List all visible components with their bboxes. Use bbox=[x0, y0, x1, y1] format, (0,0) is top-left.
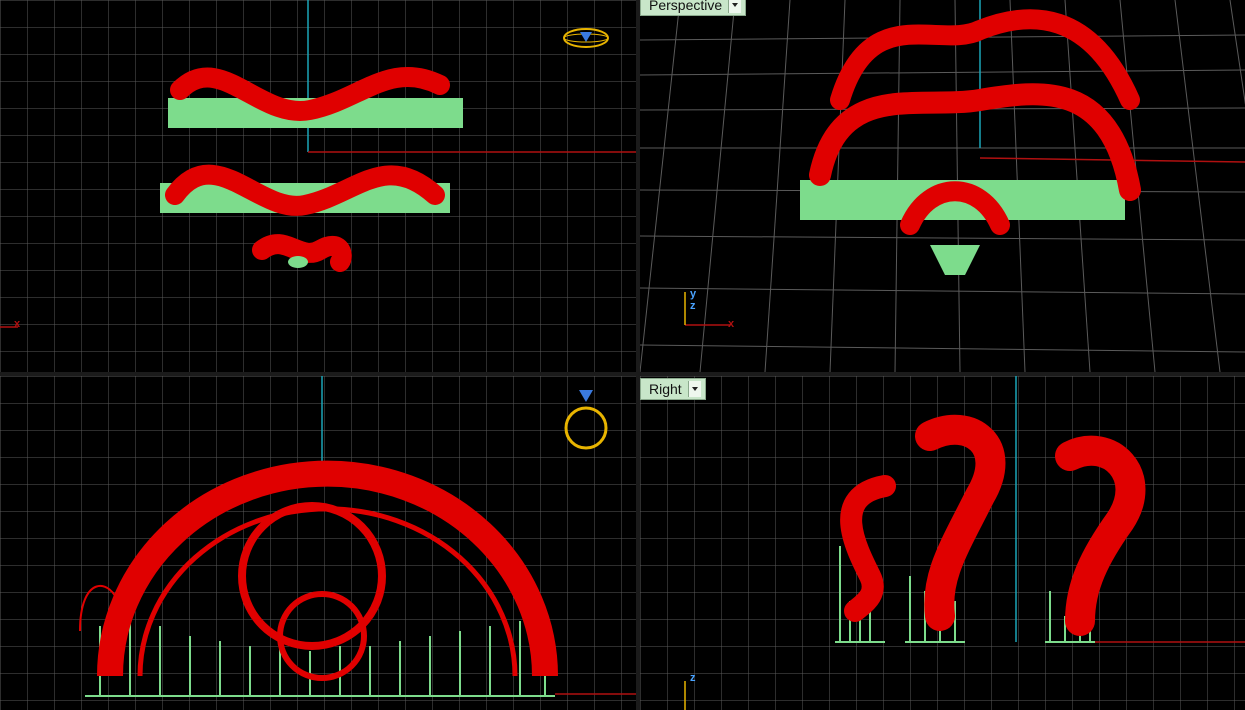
viewport-top[interactable]: x bbox=[0, 0, 636, 372]
support-base bbox=[930, 245, 980, 275]
right-view-canvas bbox=[640, 376, 1245, 710]
viewport-right[interactable]: z bbox=[640, 376, 1245, 710]
x-axis-label: x bbox=[14, 318, 21, 330]
z-axis-label: z bbox=[690, 300, 696, 312]
viewport-label: Right bbox=[649, 381, 682, 397]
z-axis-label: z bbox=[690, 672, 696, 684]
viewport-dropdown-icon[interactable] bbox=[728, 0, 742, 13]
support-base bbox=[288, 256, 308, 268]
ring-band bbox=[809, 83, 1141, 201]
tab-perspective[interactable]: Perspective bbox=[640, 0, 747, 16]
perspective-view-canvas bbox=[640, 0, 1245, 372]
ring-band bbox=[830, 9, 1140, 110]
viewport-dropdown-icon[interactable] bbox=[687, 381, 701, 397]
x-axis-label: x bbox=[728, 318, 735, 330]
viewport-label: Perspective bbox=[649, 0, 723, 13]
viewport-front[interactable] bbox=[0, 376, 636, 710]
tab-right[interactable]: Right bbox=[640, 378, 706, 400]
viewport-perspective[interactable]: y z x bbox=[640, 0, 1245, 372]
y-axis-label: y bbox=[690, 288, 697, 300]
top-view-canvas bbox=[0, 0, 636, 372]
front-view-canvas bbox=[0, 376, 636, 710]
